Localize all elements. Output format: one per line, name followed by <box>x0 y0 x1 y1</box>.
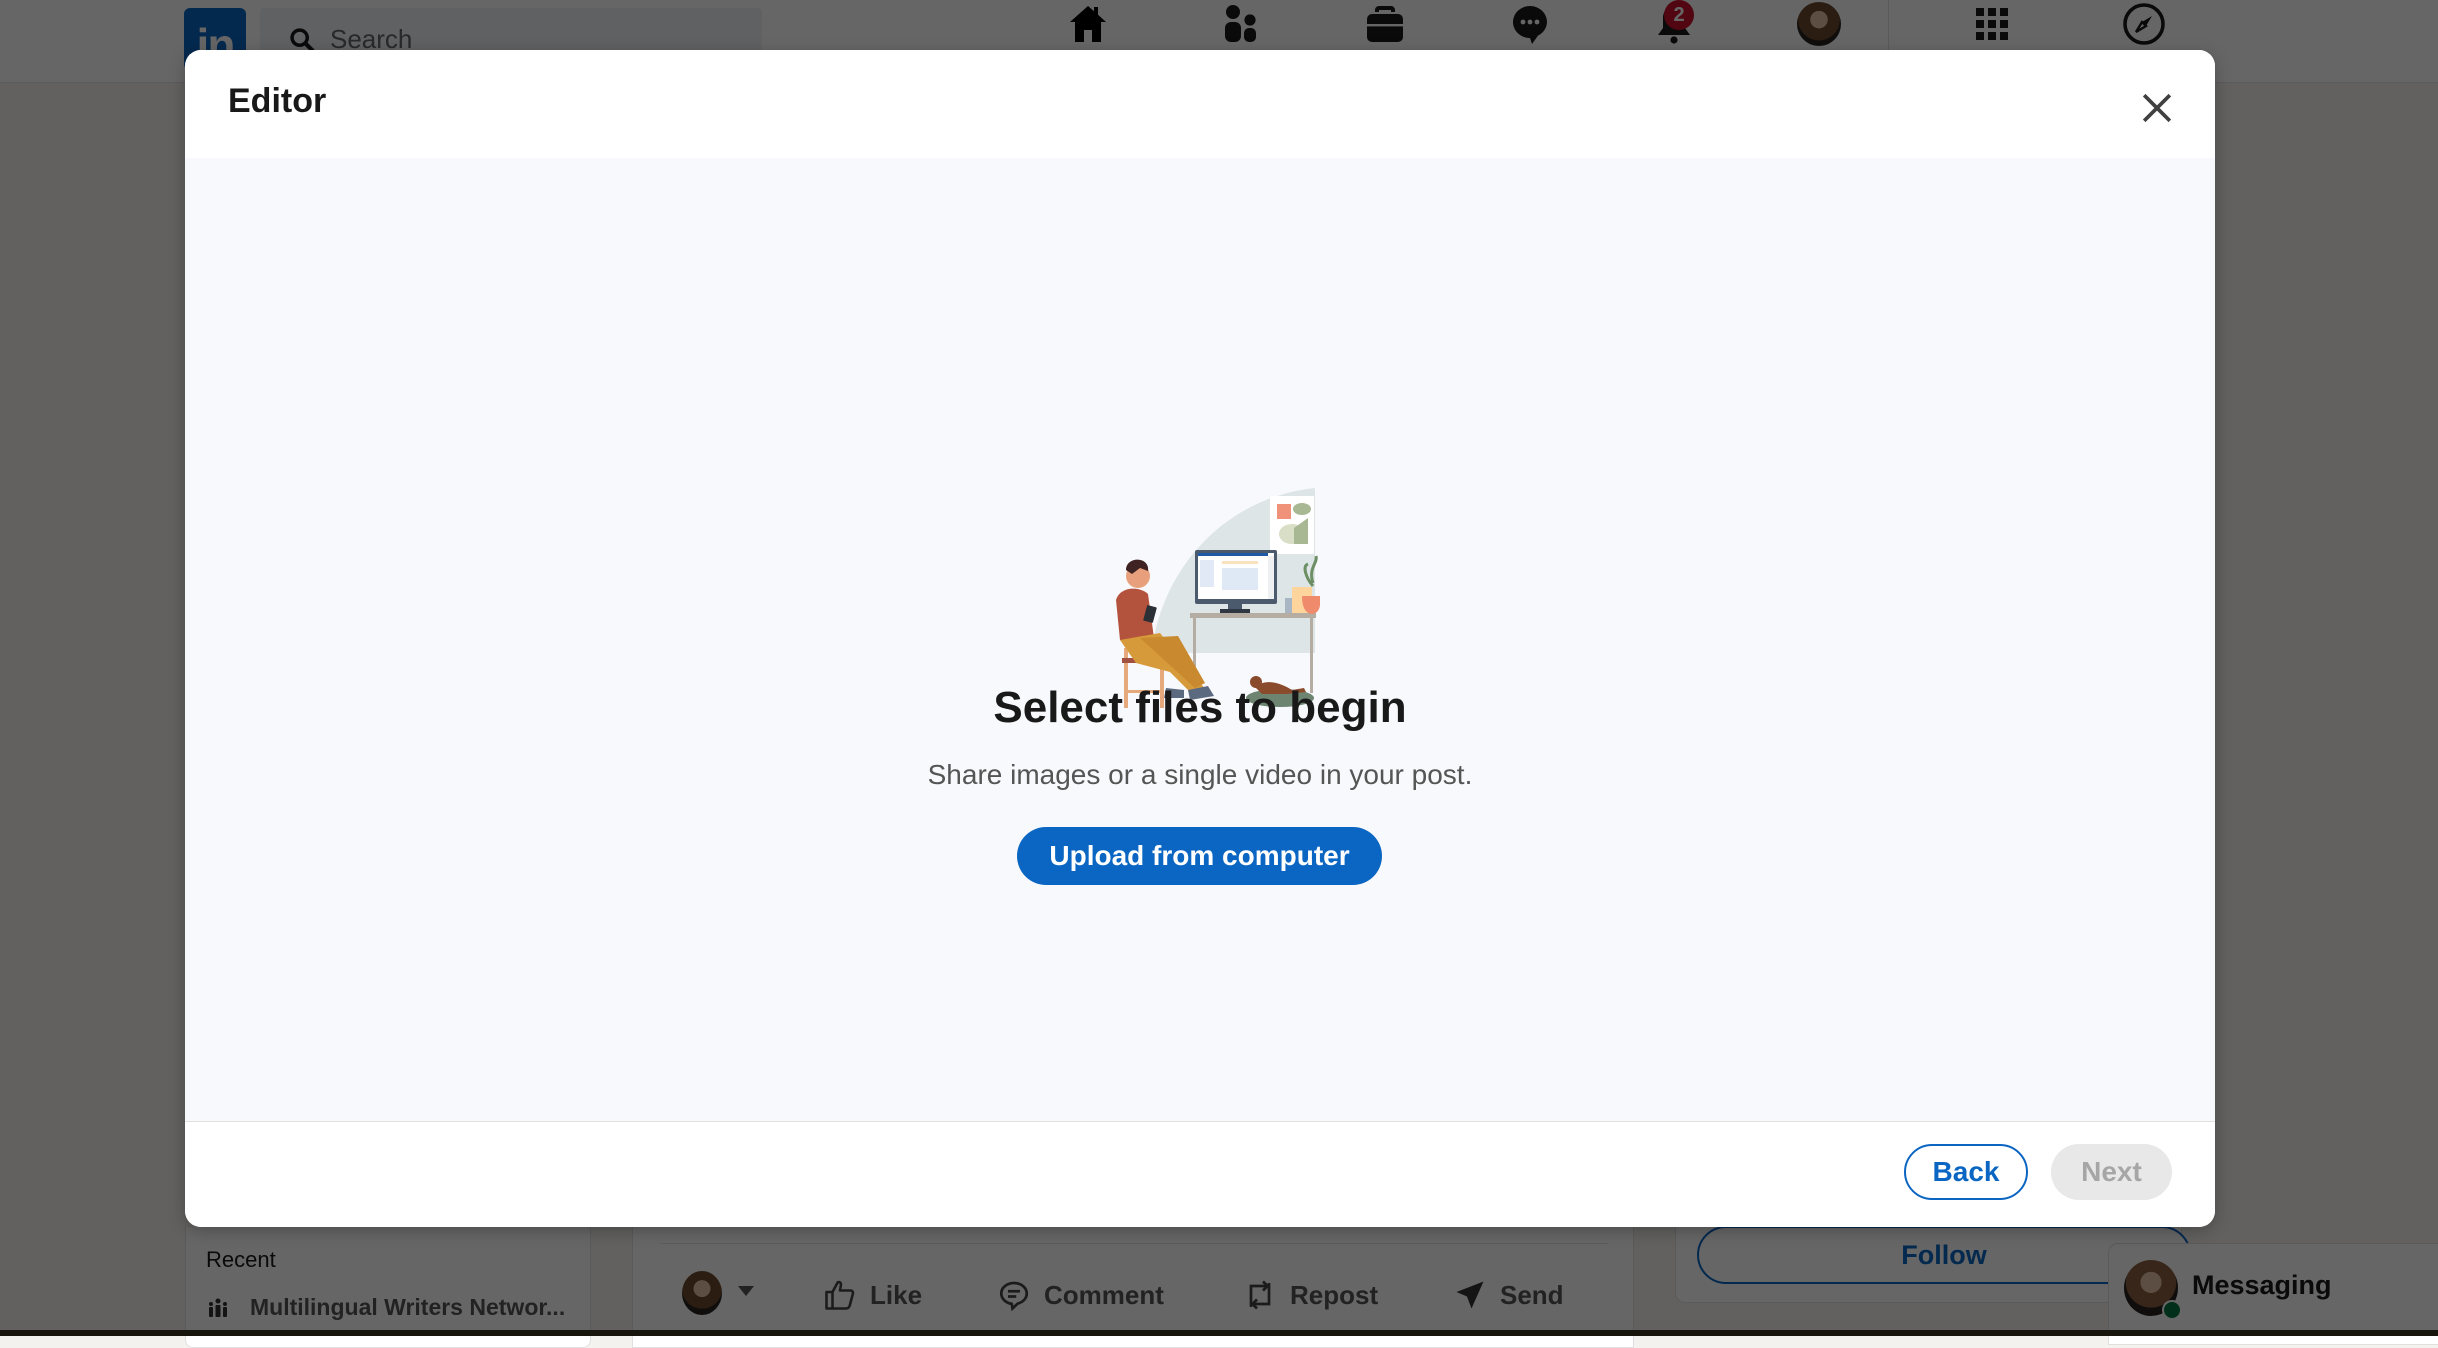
close-button[interactable] <box>2135 86 2179 130</box>
back-button[interactable]: Back <box>1904 1144 2028 1200</box>
modal-footer: Back Next <box>185 1121 2215 1227</box>
modal-header: Editor <box>185 50 2215 159</box>
modal-title: Editor <box>228 82 327 120</box>
editor-modal: Editor Select files to begin Share image… <box>185 50 2215 1227</box>
workspace-illustration <box>1116 488 1320 708</box>
close-icon <box>2142 93 2172 123</box>
next-button[interactable]: Next <box>2051 1144 2172 1200</box>
upload-from-computer-button[interactable]: Upload from computer <box>1017 827 1382 885</box>
modal-body: Select files to begin Share images or a … <box>185 158 2215 1121</box>
empty-state-subtitle: Share images or a single video in your p… <box>927 759 1473 790</box>
empty-state-title: Select files to begin <box>993 683 1407 732</box>
